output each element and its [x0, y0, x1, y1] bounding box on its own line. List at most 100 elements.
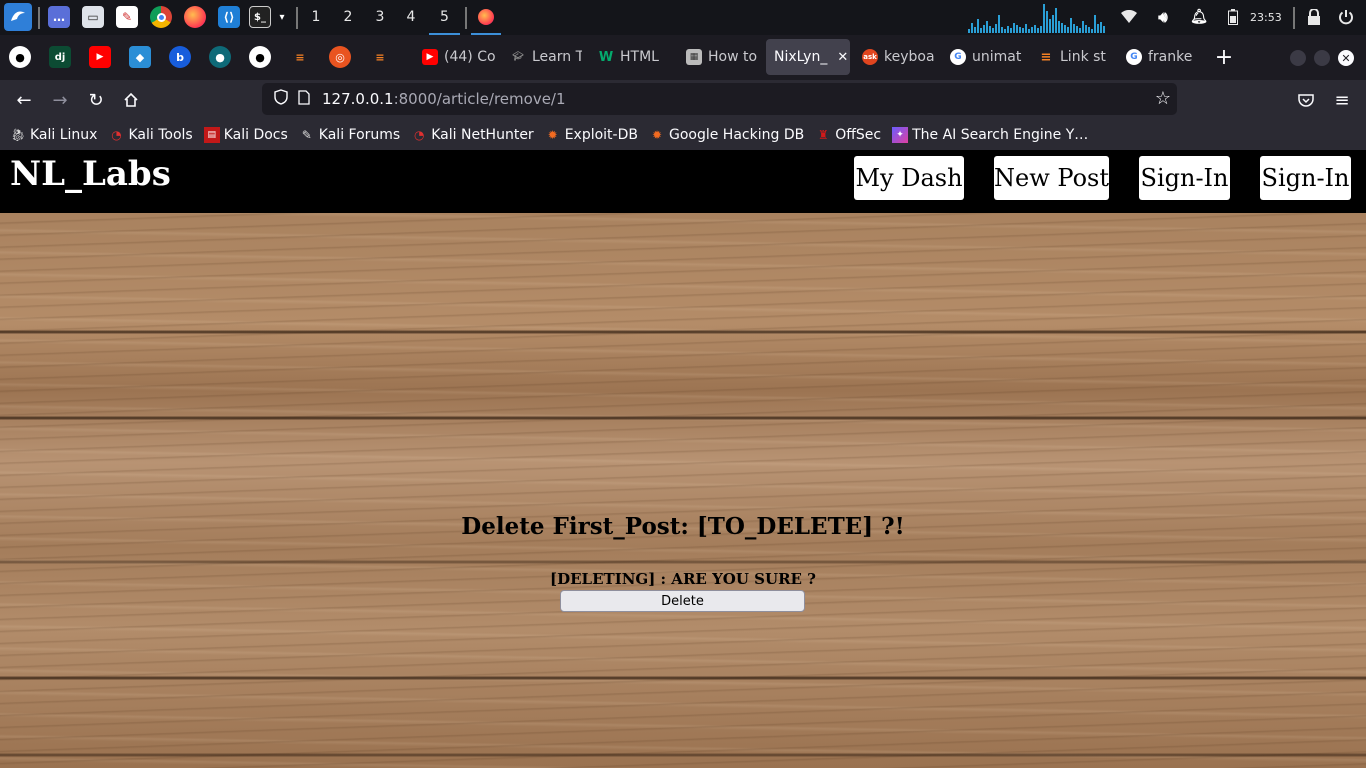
cpu-graph-bar — [1022, 28, 1024, 33]
pinned-tab-stackoverflow-icon[interactable]: ≡ — [289, 46, 311, 68]
workspace-3[interactable]: 3 — [367, 0, 393, 35]
new-post-button[interactable]: New Post — [994, 156, 1109, 200]
bookmark-exploit-db[interactable]: ✹ Exploit-DB — [545, 127, 638, 143]
pinned-tab-youtube-icon[interactable]: ▶ — [89, 46, 111, 68]
tab-unimat[interactable]: G unimat — [942, 39, 1026, 75]
tab-learn[interactable]: 🎓︎ Learn T — [502, 39, 582, 75]
cpu-graph-bar — [1046, 11, 1048, 33]
chrome-icon[interactable] — [150, 6, 172, 28]
cpu-graph-bar — [1082, 21, 1084, 33]
tab-label: How to — [708, 49, 758, 65]
cpu-graph-bar — [986, 21, 988, 33]
battery-icon[interactable] — [1222, 6, 1244, 28]
cpu-graph-bar — [1043, 4, 1045, 33]
workspace-4[interactable]: 4 — [398, 0, 424, 35]
kali-dragon-icon: 🐉︎ — [10, 128, 26, 142]
kali-menu-icon[interactable] — [4, 3, 32, 31]
pinned-tab-drop-icon[interactable]: ● — [209, 46, 231, 68]
text-editor-icon[interactable]: ✎ — [116, 6, 138, 28]
bookmark-kali-tools[interactable]: ◔ Kali Tools — [108, 127, 192, 143]
cpu-graph-bar — [1010, 28, 1012, 33]
workspace-2[interactable]: 2 — [335, 0, 361, 35]
tab-label: Link st — [1060, 49, 1106, 65]
bookmark-star-icon[interactable]: ☆ — [1155, 88, 1171, 109]
bookmark-label: Exploit-DB — [564, 127, 638, 143]
back-arrow-icon[interactable]: ← — [12, 88, 36, 112]
bookmark-offsec[interactable]: ♜ OffSec — [815, 127, 881, 143]
wood-plank-seam — [0, 753, 1366, 757]
firefox-window-icon[interactable] — [471, 0, 501, 35]
tab-franke[interactable]: G franke — [1118, 39, 1202, 75]
cpu-graph-bar — [971, 23, 973, 33]
my-dash-button[interactable]: My Dash — [854, 156, 964, 200]
shield-icon[interactable] — [274, 89, 288, 109]
cpu-graph-bar — [1085, 25, 1087, 33]
reload-icon[interactable]: ↻ — [84, 88, 108, 112]
volume-icon[interactable]: 🔊︎ — [1152, 6, 1174, 28]
pinned-tab-github-icon[interactable]: ● — [9, 46, 31, 68]
clock[interactable]: 23:53 — [1250, 0, 1282, 35]
url-bar[interactable]: 127.0.0.1:8000/article/remove/1 ☆ — [262, 83, 1177, 115]
page-icon[interactable] — [298, 89, 310, 109]
pinned-tab-ubuntu-icon[interactable]: ◎ — [329, 46, 351, 68]
cpu-graph-bar — [1052, 15, 1054, 33]
wood-background: Delete First_Post: [TO_DELETE] ?! [DELET… — [0, 213, 1366, 768]
delete-button[interactable]: Delete — [560, 590, 805, 612]
workspace-1[interactable]: 1 — [303, 0, 329, 35]
pinned-tab-stackoverflow-icon[interactable]: ≡ — [369, 46, 391, 68]
os-taskbar: … ▭ ✎ ⟨⟩ $_ ▾ 1 2 3 4 5 🔊︎ 🔔︎ 23:53 — [0, 0, 1366, 35]
power-icon[interactable] — [1335, 6, 1357, 28]
cpu-graph-bar — [1049, 19, 1051, 33]
tab-nixlyn-active[interactable]: NixLyn_ ✕ — [766, 39, 850, 75]
hamburger-menu-icon[interactable]: ≡ — [1330, 88, 1354, 112]
lock-icon[interactable] — [1303, 6, 1325, 28]
bookmark-kali-linux[interactable]: 🐉︎ Kali Linux — [10, 127, 97, 143]
home-icon[interactable] — [119, 88, 143, 112]
bookmark-kali-docs[interactable]: ▤ Kali Docs — [203, 127, 288, 143]
browser-nav-bar: ← → ↻ 127.0.0.1:8000/article/remove/1 ☆ … — [0, 80, 1366, 120]
cpu-graph-bar — [1073, 24, 1075, 33]
maximize-window-button[interactable] — [1314, 50, 1330, 66]
workspace-5[interactable]: 5 — [429, 0, 460, 35]
new-tab-plus-icon[interactable]: + — [1212, 45, 1236, 70]
firefox-icon[interactable] — [184, 6, 206, 28]
cpu-graph-bar — [1040, 26, 1042, 33]
file-manager-icon[interactable]: ▭ — [82, 6, 104, 28]
pinned-tab-app-icon[interactable]: ◆ — [129, 46, 151, 68]
close-tab-icon[interactable]: ✕ — [837, 50, 848, 65]
w3-icon: W — [598, 49, 614, 65]
show-desktop-icon[interactable]: … — [48, 6, 70, 28]
browser-tab-strip: ● dj ▶ ◆ b ● ● ≡ ◎ ≡ ▶ (44) Co 🎓︎ Learn … — [0, 35, 1366, 80]
terminal-icon[interactable]: $_ — [249, 6, 271, 28]
bookmark-ai-search[interactable]: ✦ The AI Search Engine Y… — [892, 127, 1088, 143]
vscode-icon[interactable]: ⟨⟩ — [218, 6, 240, 28]
cpu-graph-bar — [974, 27, 976, 33]
bookmark-google-hacking-db[interactable]: ✹ Google Hacking DB — [649, 127, 804, 143]
close-window-button[interactable]: ✕ — [1338, 50, 1354, 66]
tab-label: unimat — [972, 49, 1022, 65]
sign-in-button[interactable]: Sign-In — [1139, 156, 1230, 200]
site-title[interactable]: NL_Labs — [10, 154, 171, 194]
tab-how-to[interactable]: ▦ How to — [678, 39, 758, 75]
bookmark-label: OffSec — [835, 127, 882, 143]
tab-youtube[interactable]: ▶ (44) Co — [414, 39, 498, 75]
pinned-tab-django-icon[interactable]: dj — [49, 46, 71, 68]
tab-keyboard[interactable]: ask keyboa — [854, 39, 938, 75]
chevron-down-icon[interactable]: ▾ — [274, 6, 290, 28]
bookmark-kali-nethunter[interactable]: ◔ Kali NetHunter — [411, 127, 534, 143]
forward-arrow-icon[interactable]: → — [48, 88, 72, 112]
tab-link-st[interactable]: ≡ Link st — [1030, 39, 1114, 75]
wifi-icon[interactable] — [1118, 6, 1140, 28]
cpu-graph-bar — [1001, 27, 1003, 33]
tab-label: keyboa — [884, 49, 935, 65]
bookmarks-bar: 🐉︎ Kali Linux ◔ Kali Tools ▤ Kali Docs ✎… — [0, 120, 1366, 150]
pinned-tab-bitwarden-icon[interactable]: b — [169, 46, 191, 68]
sign-in-button-secondary[interactable]: Sign-In — [1260, 156, 1351, 200]
pinned-tab-github-icon[interactable]: ● — [249, 46, 271, 68]
minimize-window-button[interactable] — [1290, 50, 1306, 66]
pocket-icon[interactable] — [1294, 88, 1318, 112]
notification-bell-icon[interactable]: 🔔︎ — [1188, 6, 1210, 28]
delete-heading: Delete First_Post: [TO_DELETE] ?! — [461, 513, 905, 540]
tab-html[interactable]: W HTML — [590, 39, 670, 75]
bookmark-kali-forums[interactable]: ✎ Kali Forums — [299, 127, 400, 143]
